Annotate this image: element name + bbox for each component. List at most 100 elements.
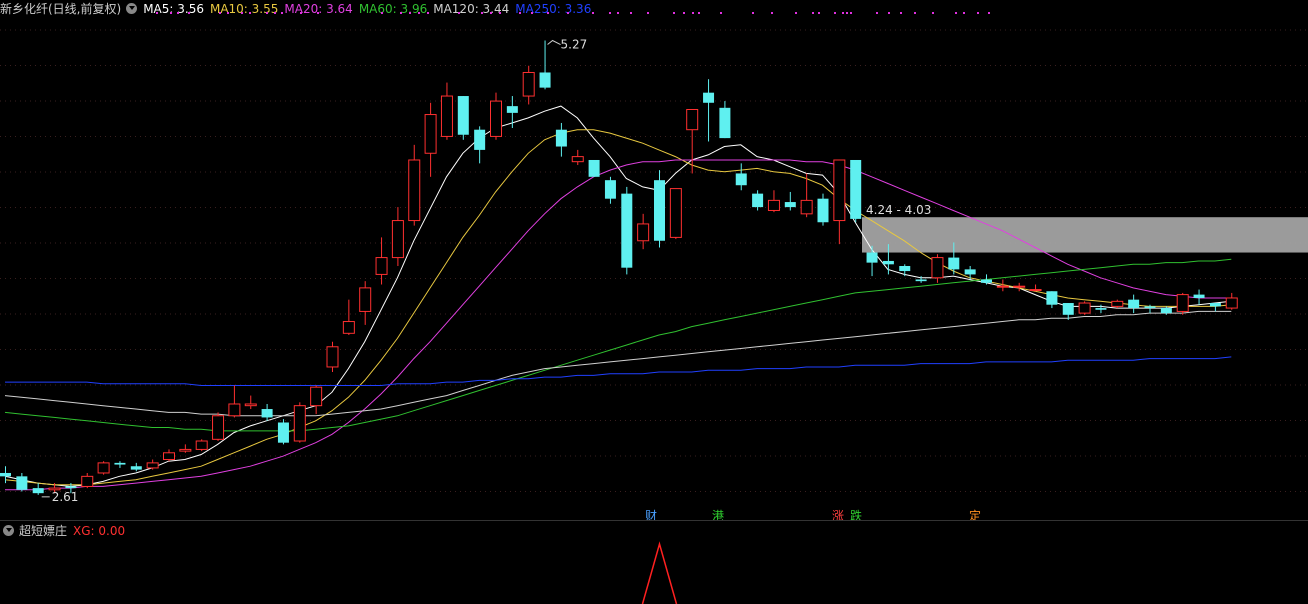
candle-body — [981, 279, 992, 283]
candle-body — [375, 257, 388, 275]
event-marker: 定 — [969, 508, 981, 520]
candle-body — [424, 114, 437, 154]
candle-up — [375, 237, 388, 285]
candle-down — [735, 163, 747, 191]
candle-up — [342, 299, 355, 335]
candle-body — [163, 452, 175, 461]
top-dot — [219, 12, 221, 14]
chevron-down-icon[interactable] — [3, 525, 14, 536]
candle-down — [654, 170, 665, 248]
ma60-line — [4, 258, 1232, 432]
candle-body — [703, 92, 715, 103]
candle-down — [703, 79, 715, 142]
candle-down — [457, 96, 469, 140]
candle-body — [146, 462, 159, 469]
top-dot — [771, 12, 773, 14]
candle-down — [474, 126, 486, 164]
candle-down — [604, 176, 616, 204]
panel-divider — [0, 520, 1308, 521]
candle-down — [784, 191, 796, 211]
candle-body — [1095, 308, 1107, 310]
candle-up — [195, 439, 208, 452]
ma120-line — [4, 310, 1232, 417]
candle-down — [1209, 303, 1221, 312]
candle-body — [310, 386, 323, 407]
top-dot — [418, 12, 420, 14]
candle-body — [1193, 294, 1205, 298]
event-marker: 涨 — [832, 508, 844, 520]
candle-up — [81, 472, 94, 489]
candle-body — [654, 180, 665, 241]
candle-up — [146, 459, 159, 470]
candle-up — [391, 207, 404, 266]
top-dot — [567, 12, 569, 14]
indicator-chart[interactable] — [0, 540, 1308, 604]
candle-body — [1046, 291, 1058, 305]
top-dot — [317, 12, 319, 14]
top-dot — [617, 12, 619, 14]
top-dot — [381, 12, 383, 14]
candle-up — [669, 188, 682, 240]
candle-down — [539, 40, 551, 90]
candle-up — [931, 254, 944, 283]
candle-down — [899, 264, 911, 277]
top-dot — [592, 12, 594, 14]
candle-body — [850, 159, 862, 219]
candle-up — [571, 149, 584, 166]
ma20-line — [5, 159, 1232, 491]
candle-up — [686, 109, 699, 174]
candle-body — [0, 472, 11, 477]
candle-body — [784, 202, 796, 208]
candle-body — [1111, 300, 1124, 307]
candle-body — [359, 287, 372, 312]
top-dot — [963, 12, 965, 14]
candle-body — [931, 257, 944, 279]
candle-up — [1176, 292, 1189, 315]
candle-body — [866, 252, 878, 263]
candle-body — [571, 156, 584, 163]
top-dot — [481, 12, 483, 14]
candle-up — [833, 159, 846, 245]
top-dot — [752, 12, 754, 14]
candle-body — [817, 198, 829, 223]
candle-down — [1046, 291, 1058, 309]
candle-down — [16, 472, 28, 492]
candle-body — [899, 266, 911, 272]
top-dot — [170, 12, 172, 14]
top-dot — [300, 12, 302, 14]
top-dot — [647, 12, 649, 14]
candle-body — [81, 475, 94, 487]
candle-down — [588, 159, 600, 177]
candle-body — [457, 96, 469, 135]
candle-up — [490, 92, 502, 140]
top-dot — [720, 12, 722, 14]
candle-body — [179, 448, 192, 452]
candle-body — [293, 405, 306, 442]
candle-body — [964, 269, 976, 275]
candle-body — [555, 129, 567, 147]
candle-down — [506, 96, 518, 129]
candle-body — [686, 109, 699, 131]
top-dot — [241, 12, 243, 14]
candle-down — [1128, 294, 1140, 314]
top-dot — [177, 12, 179, 14]
top-dot — [698, 12, 700, 14]
top-dot — [932, 12, 934, 14]
candle-body — [1209, 303, 1221, 307]
candle-body — [767, 199, 780, 211]
candle-body — [391, 220, 404, 259]
top-dot — [673, 12, 675, 14]
candlestick-chart[interactable]: 4.24 - 4.03 5.27 2.61 财 港 涨跌 定 — [0, 0, 1308, 520]
event-marker: 港 — [712, 509, 724, 520]
candle-body — [669, 188, 682, 238]
gap-label: 4.24 - 4.03 — [866, 203, 931, 217]
top-dot — [683, 12, 685, 14]
candle-up — [1078, 301, 1091, 315]
candle-down — [752, 190, 764, 211]
candle-body — [114, 462, 126, 465]
candle-down — [621, 186, 633, 275]
candle-down — [719, 101, 731, 139]
xg-label: XG: 0.00 — [73, 524, 126, 538]
candle-body — [1144, 306, 1156, 309]
candle-up — [1111, 299, 1124, 309]
